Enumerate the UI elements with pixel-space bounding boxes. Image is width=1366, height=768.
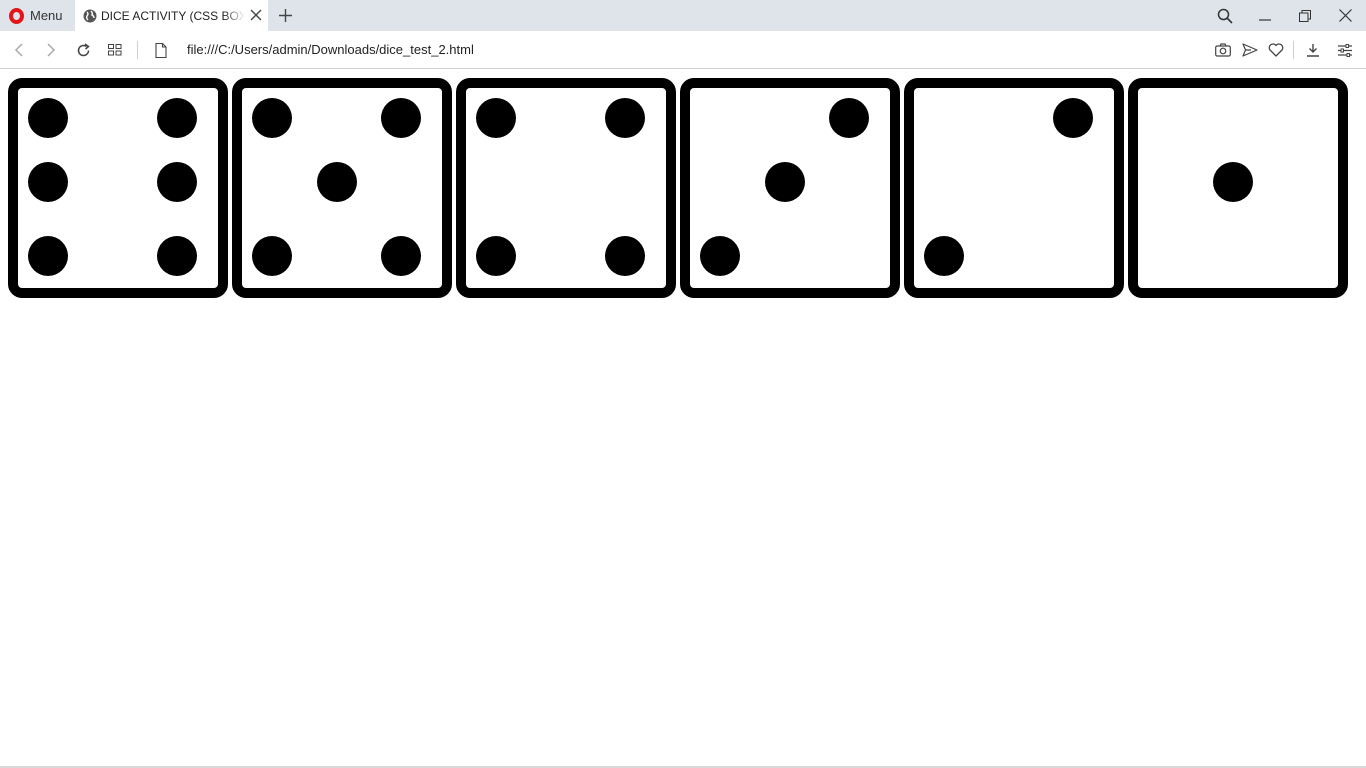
page-icon	[155, 42, 167, 58]
restore-button[interactable]	[1285, 0, 1325, 31]
reload-button[interactable]	[74, 41, 92, 59]
page-content	[0, 70, 1366, 766]
die-pip	[924, 236, 964, 276]
site-info-button[interactable]	[152, 41, 170, 59]
restore-icon	[1299, 9, 1311, 22]
die-pip	[1213, 162, 1253, 202]
send-icon	[1242, 43, 1258, 57]
tabs-grid-button[interactable]	[106, 41, 124, 59]
download-icon	[1307, 44, 1319, 57]
die-pip	[765, 162, 805, 202]
die-pip	[28, 236, 68, 276]
minimize-button[interactable]	[1245, 0, 1285, 31]
die-pip	[252, 236, 292, 276]
die-face-5	[232, 78, 452, 298]
search-tabs-button[interactable]	[1205, 0, 1245, 31]
back-icon	[14, 43, 23, 57]
opera-menu-button[interactable]: Menu	[0, 0, 74, 31]
die-pip	[829, 98, 869, 138]
tab-active[interactable]: DICE ACTIVITY (CSS BOX MODEL)	[75, 0, 268, 31]
tab-strip: Menu DICE ACTIVITY (CSS BOX MODEL)	[0, 0, 1366, 31]
die-pip	[28, 98, 68, 138]
die-pip	[476, 98, 516, 138]
back-button[interactable]	[10, 41, 28, 59]
bookmark-button[interactable]	[1267, 41, 1285, 59]
die-pip	[317, 162, 357, 202]
die-pip	[700, 236, 740, 276]
die-pip	[605, 236, 645, 276]
tab-title: DICE ACTIVITY (CSS BOX MODEL)	[101, 8, 245, 23]
window-close-button[interactable]	[1325, 0, 1365, 31]
die-pip	[381, 236, 421, 276]
snapshot-button[interactable]	[1214, 41, 1232, 59]
menu-label: Menu	[30, 8, 63, 23]
die-pip	[157, 236, 197, 276]
die-pip	[157, 98, 197, 138]
die-face-6	[8, 78, 228, 298]
tabs-grid-icon	[108, 44, 122, 56]
reload-icon	[77, 42, 90, 56]
die-pip	[28, 162, 68, 202]
forward-icon	[47, 43, 56, 57]
heart-icon	[1268, 43, 1284, 57]
die-pip	[381, 98, 421, 138]
send-to-flow-button[interactable]	[1241, 41, 1259, 59]
forward-button[interactable]	[42, 41, 60, 59]
toolbar-divider	[137, 41, 138, 59]
settings-icon	[1338, 43, 1352, 57]
die-face-3	[680, 78, 900, 298]
minimize-icon	[1259, 18, 1271, 21]
globe-icon	[83, 9, 97, 22]
die-face-4	[456, 78, 676, 298]
die-pip	[605, 98, 645, 138]
die-face-2	[904, 78, 1124, 298]
die-pip	[157, 162, 197, 202]
close-icon	[1338, 9, 1352, 22]
address-bar: file:///C:/Users/admin/Downloads/dice_te…	[0, 31, 1366, 69]
search-icon	[1217, 8, 1233, 24]
die-pip	[1053, 98, 1093, 138]
plus-icon[interactable]	[278, 8, 293, 23]
die-pip	[476, 236, 516, 276]
die-face-1	[1128, 78, 1348, 298]
die-pip	[252, 98, 292, 138]
opera-logo-icon	[9, 7, 24, 24]
toolbar-divider	[1293, 41, 1294, 59]
camera-icon	[1215, 43, 1231, 57]
easy-setup-button[interactable]	[1336, 41, 1354, 59]
close-icon[interactable]	[250, 9, 262, 21]
url-field[interactable]: file:///C:/Users/admin/Downloads/dice_te…	[187, 42, 474, 57]
downloads-button[interactable]	[1304, 41, 1322, 59]
